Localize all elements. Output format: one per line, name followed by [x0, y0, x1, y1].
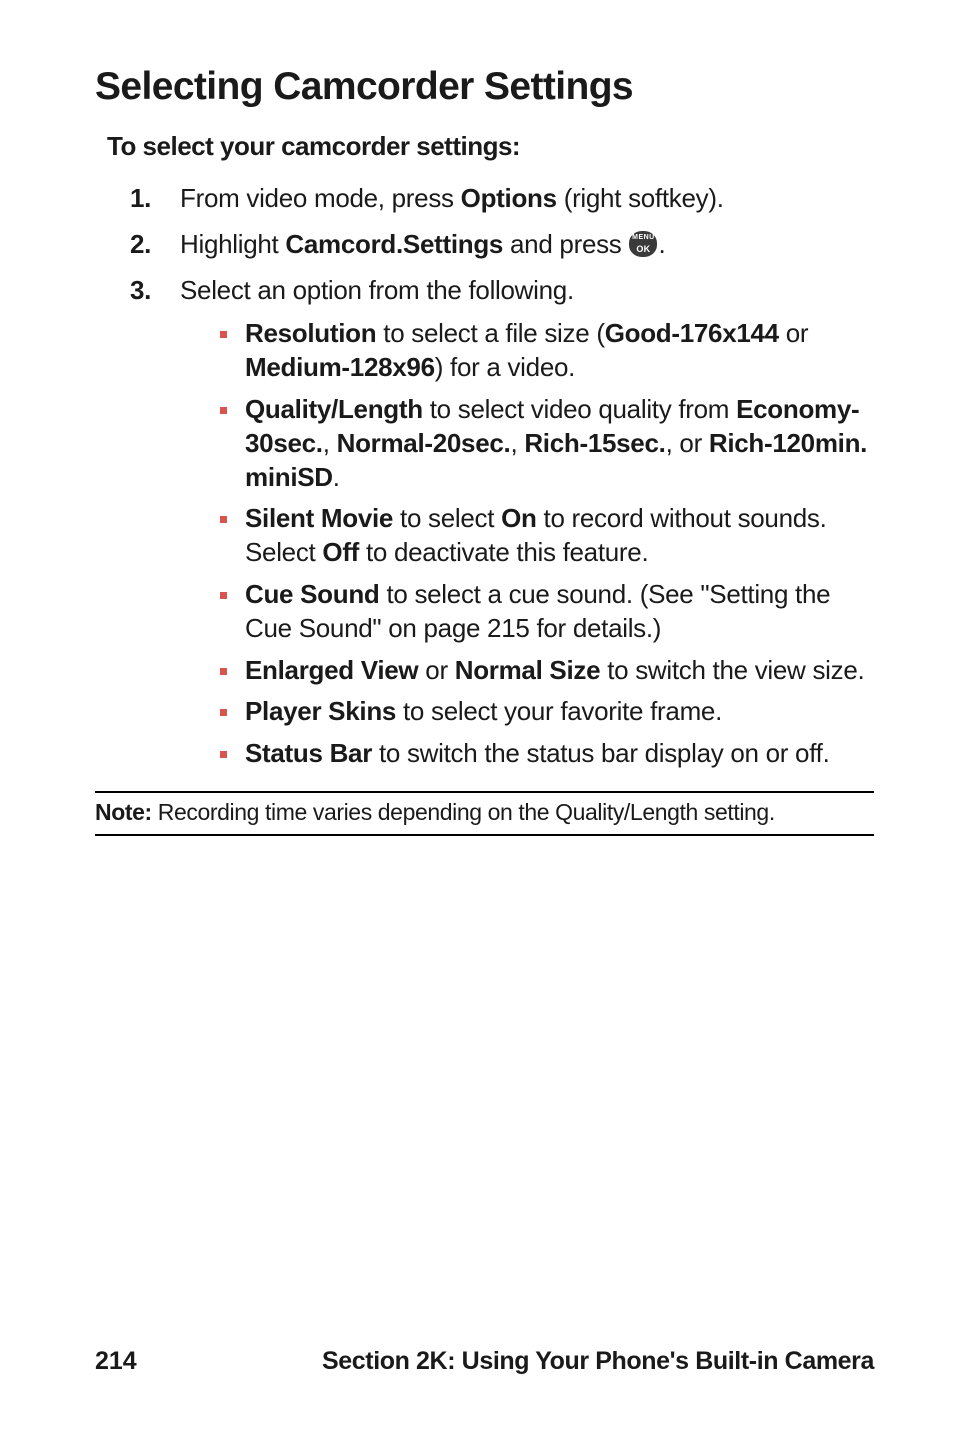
resolution-t1: to select a file size (	[376, 318, 604, 348]
bullet-quality: Quality/Length to select video quality f…	[220, 393, 874, 494]
silent-b2: On	[501, 503, 537, 533]
cue-b1: Cue Sound	[245, 579, 380, 609]
page-number: 214	[95, 1347, 137, 1376]
note-text: Recording time varies depending on the Q…	[152, 799, 775, 825]
sub-heading: To select your camcorder settings:	[107, 131, 874, 162]
bullet-status: Status Bar to switch the status bar disp…	[220, 737, 874, 771]
quality-t3: ,	[510, 428, 524, 458]
note-label: Note:	[95, 799, 152, 825]
quality-b1: Quality/Length	[245, 394, 423, 424]
section-title: Section 2K: Using Your Phone's Built-in …	[322, 1347, 874, 1376]
bullet-cue: Cue Sound to select a cue sound. (See "S…	[220, 578, 874, 646]
steps-list: From video mode, press Options (right so…	[95, 182, 874, 771]
step-1: From video mode, press Options (right so…	[130, 182, 874, 216]
bullet-silent: Silent Movie to select On to record with…	[220, 502, 874, 570]
icon-top-label: MENU	[629, 234, 657, 241]
skins-b1: Player Skins	[245, 696, 396, 726]
step-2: Highlight Camcord.Settings and press MEN…	[130, 228, 874, 262]
step-3-text: Select an option from the following.	[180, 275, 574, 305]
resolution-b1: Resolution	[245, 318, 376, 348]
silent-t1: to select	[393, 503, 501, 533]
step-2-bold: Camcord.Settings	[285, 229, 503, 259]
view-b1: Enlarged View	[245, 655, 418, 685]
page: Selecting Camcorder Settings To select y…	[0, 0, 954, 1431]
resolution-t2: or	[779, 318, 808, 348]
note-box: Note: Recording time varies depending on…	[95, 791, 874, 836]
page-heading: Selecting Camcorder Settings	[95, 65, 874, 109]
step-2-pre: Highlight	[180, 229, 285, 259]
step-1-bold: Options	[461, 183, 557, 213]
page-footer: 214 Section 2K: Using Your Phone's Built…	[0, 1347, 954, 1376]
view-b2: Normal Size	[455, 655, 601, 685]
step-3: Select an option from the following. Res…	[130, 274, 874, 771]
bullet-resolution: Resolution to select a file size (Good-1…	[220, 317, 874, 385]
step-2-post: .	[658, 229, 665, 259]
step-1-pre: From video mode, press	[180, 183, 461, 213]
bullets-list: Resolution to select a file size (Good-1…	[180, 317, 874, 771]
bullet-view: Enlarged View or Normal Size to switch t…	[220, 654, 874, 688]
view-t1: or	[418, 655, 454, 685]
resolution-b3: Medium-128x96	[245, 352, 435, 382]
silent-b3: Off	[322, 537, 359, 567]
icon-bottom-label: OK	[629, 245, 657, 254]
silent-t3: to deactivate this feature.	[359, 537, 648, 567]
resolution-b2: Good-176x144	[605, 318, 779, 348]
silent-b1: Silent Movie	[245, 503, 393, 533]
skins-t1: to select your favorite frame.	[396, 696, 722, 726]
view-t2: to switch the view size.	[600, 655, 864, 685]
step-2-mid: and press	[503, 229, 628, 259]
quality-t5: .	[333, 462, 340, 492]
quality-t2: ,	[323, 428, 337, 458]
bullet-skins: Player Skins to select your favorite fra…	[220, 695, 874, 729]
resolution-t3: ) for a video.	[435, 352, 575, 382]
quality-t1: to select video quality from	[423, 394, 736, 424]
status-b1: Status Bar	[245, 738, 372, 768]
status-t1: to switch the status bar display on or o…	[372, 738, 829, 768]
quality-t4: , or	[666, 428, 709, 458]
quality-b4: Rich-15sec.	[524, 428, 665, 458]
step-1-post: (right softkey).	[557, 183, 724, 213]
quality-b3: Normal-20sec.	[337, 428, 511, 458]
menu-ok-icon: MENU OK	[629, 231, 657, 257]
